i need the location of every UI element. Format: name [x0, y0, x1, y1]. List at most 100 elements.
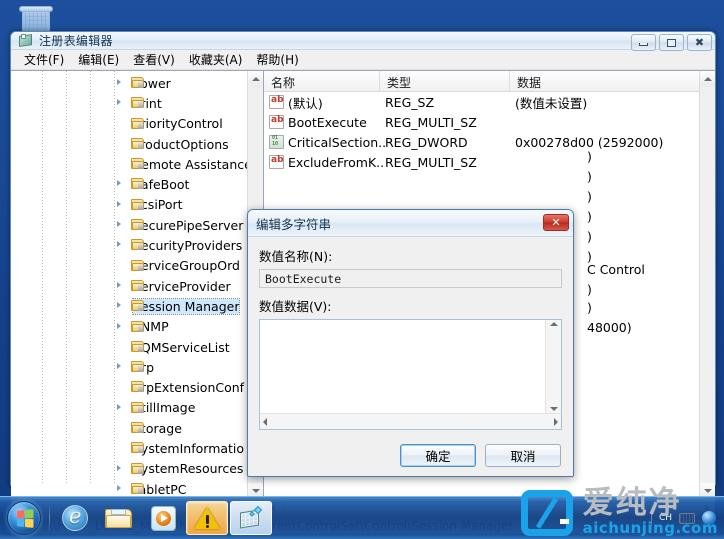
value-name: CriticalSection... [288, 134, 385, 150]
cancel-button[interactable]: 取消 [485, 443, 561, 467]
maximize-button[interactable] [659, 34, 684, 51]
dialog-title-bar[interactable]: 编辑多字符串 ✕ [248, 210, 573, 237]
dword-value-icon [269, 135, 284, 149]
tree-item[interactable]: SecurePipeServer [11, 215, 263, 235]
taskbar-registry-editor[interactable] [230, 501, 272, 535]
value-row[interactable]: (默认) REG_SZ (数值未设置) [264, 92, 715, 112]
value-row[interactable]: ExcludeFromK...REG_MULTI_SZ [264, 152, 715, 172]
recycle-bin-lid [19, 6, 53, 12]
tree-item[interactable]: SNMP [11, 317, 263, 337]
value-name-field[interactable]: BootExecute [259, 269, 562, 288]
expand-arrow-icon[interactable] [117, 322, 121, 329]
expand-arrow-icon[interactable] [117, 99, 121, 106]
minimize-button[interactable] [631, 34, 656, 51]
watermark-cn: 爱纯净 [582, 485, 682, 521]
menu-view[interactable]: 查看(V) [126, 50, 182, 69]
tree-item[interactable]: Session Manager [11, 296, 263, 316]
tree-item[interactable]: SafeBoot [11, 174, 263, 194]
expand-arrow-icon[interactable] [117, 363, 121, 370]
data-scroll-left-icon[interactable] [263, 417, 267, 426]
menu-favorites[interactable]: 收藏夹(A) [182, 50, 250, 69]
ok-button[interactable]: 确定 [400, 443, 476, 467]
tree-scroll-up-button[interactable] [248, 71, 263, 87]
tree-item[interactable]: SQMServiceList [11, 337, 263, 357]
expand-arrow-icon[interactable] [117, 464, 121, 471]
tree-item[interactable]: Remote Assistance [11, 154, 263, 174]
values-vertical-scrollbar[interactable] [699, 71, 715, 500]
registry-tree-pane[interactable]: Power Print PriorityControl ProductOptions R… [11, 71, 264, 500]
window-title-bar[interactable]: 注册表编辑器 ✖ [11, 32, 715, 51]
tree-item[interactable]: SrpExtensionConf [11, 377, 263, 397]
registry-key-icon [131, 117, 145, 130]
column-header-name[interactable]: 名称 [264, 71, 380, 91]
value-data-textarea[interactable] [260, 320, 545, 413]
column-header-type[interactable]: 类型 [380, 71, 510, 91]
tree-item[interactable]: ServiceGroupOrd [11, 256, 263, 276]
values-rows: (默认) REG_SZ (数值未设置) BootExecute REG_MULTI_SZ… [264, 92, 715, 172]
dialog-title: 编辑多字符串 [256, 216, 332, 232]
column-header-data[interactable]: 数据 [510, 71, 715, 91]
window-title: 注册表编辑器 [39, 34, 113, 48]
obscured-value-text: ) [587, 189, 592, 204]
expand-arrow-icon[interactable] [117, 403, 121, 410]
obscured-value-text: ) [587, 282, 592, 297]
data-scroll-up-icon[interactable] [549, 322, 558, 326]
expand-arrow-icon[interactable] [117, 302, 121, 309]
tree-item-label: Session Manager [131, 297, 241, 315]
expand-arrow-icon[interactable] [117, 221, 121, 228]
edit-multi-string-dialog: 编辑多字符串 ✕ 数值名称(N): BootExecute 数值数据(V): 确… [247, 209, 574, 477]
expand-arrow-icon[interactable] [117, 180, 121, 187]
expand-arrow-icon[interactable] [117, 200, 121, 207]
tree-item[interactable]: ProductOptions [11, 134, 263, 154]
watermark: 爱纯净 aichunjing.com [520, 485, 718, 538]
menu-help[interactable]: 帮助(H) [249, 50, 305, 69]
data-horizontal-scrollbar[interactable] [260, 413, 561, 429]
values-scroll-up-button[interactable] [700, 71, 715, 87]
start-button[interactable] [2, 498, 46, 538]
data-scroll-right-icon[interactable] [554, 417, 558, 426]
expand-arrow-icon[interactable] [117, 281, 121, 288]
menu-file[interactable]: 文件(F) [17, 50, 71, 69]
obscured-value-text: ) [587, 229, 592, 244]
taskbar-warning-app[interactable] [186, 501, 228, 535]
close-button[interactable]: ✖ [687, 34, 712, 51]
registry-key-icon [131, 198, 145, 211]
taskbar-internet-explorer[interactable] [54, 501, 96, 535]
values-column-headers: 名称 类型 数据 [264, 71, 715, 92]
value-row[interactable]: CriticalSection...REG_DWORD 0x00278d00 (2… [264, 132, 715, 152]
tree-item[interactable]: Srp [11, 357, 263, 377]
tree-item[interactable]: SystemResources [11, 459, 263, 479]
data-vertical-scrollbar[interactable] [545, 320, 561, 413]
value-data: (数值未设置) [515, 95, 588, 111]
tree-item[interactable]: ScsiPort [11, 195, 263, 215]
data-scroll-down-icon[interactable] [549, 407, 558, 411]
watermark-en: aichunjing.com [582, 519, 718, 537]
tree-item[interactable]: Storage [11, 418, 263, 438]
watermark-text: 爱纯净 aichunjing.com [582, 485, 718, 538]
value-type: REG_MULTI_SZ [385, 114, 477, 130]
dialog-close-button[interactable]: ✕ [543, 214, 569, 231]
value-name-text: BootExecute [265, 271, 342, 286]
tree-item[interactable]: StillImage [11, 398, 263, 418]
tree-item[interactable]: Power [11, 73, 263, 93]
registry-key-icon [131, 259, 145, 272]
registry-key-icon [131, 421, 145, 434]
tree-item-label: SystemInformatio [133, 440, 245, 456]
dialog-body: 数值名称(N): BootExecute 数值数据(V): [248, 237, 573, 438]
expand-arrow-icon[interactable] [117, 484, 121, 491]
value-row[interactable]: BootExecute REG_MULTI_SZ [264, 112, 715, 132]
menu-edit[interactable]: 编辑(E) [71, 50, 126, 69]
tree-item[interactable]: Print [11, 93, 263, 113]
internet-explorer-icon [62, 504, 88, 531]
tree-item-label: ServiceGroupOrd [133, 258, 240, 274]
tree-item[interactable]: PriorityControl [11, 114, 263, 134]
expand-arrow-icon[interactable] [117, 241, 121, 248]
taskbar-windows-explorer[interactable] [98, 501, 140, 535]
tree-item[interactable]: SystemInformatio [11, 438, 263, 458]
tree-item-label: PriorityControl [133, 116, 223, 132]
expand-arrow-icon[interactable] [117, 79, 121, 85]
taskbar-media-player[interactable] [142, 501, 184, 535]
value-name: ExcludeFromK... [288, 154, 385, 170]
tree-item[interactable]: SecurityProviders [11, 235, 263, 255]
tree-item[interactable]: ServiceProvider [11, 276, 263, 296]
